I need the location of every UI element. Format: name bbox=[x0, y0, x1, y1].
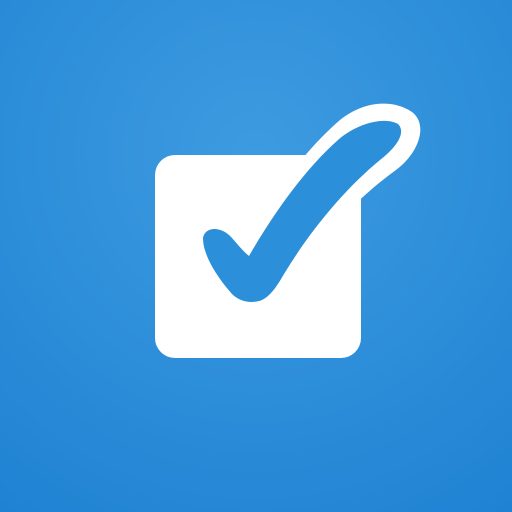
checkbox-checked-icon bbox=[155, 103, 421, 358]
app-icon[interactable] bbox=[0, 0, 512, 512]
